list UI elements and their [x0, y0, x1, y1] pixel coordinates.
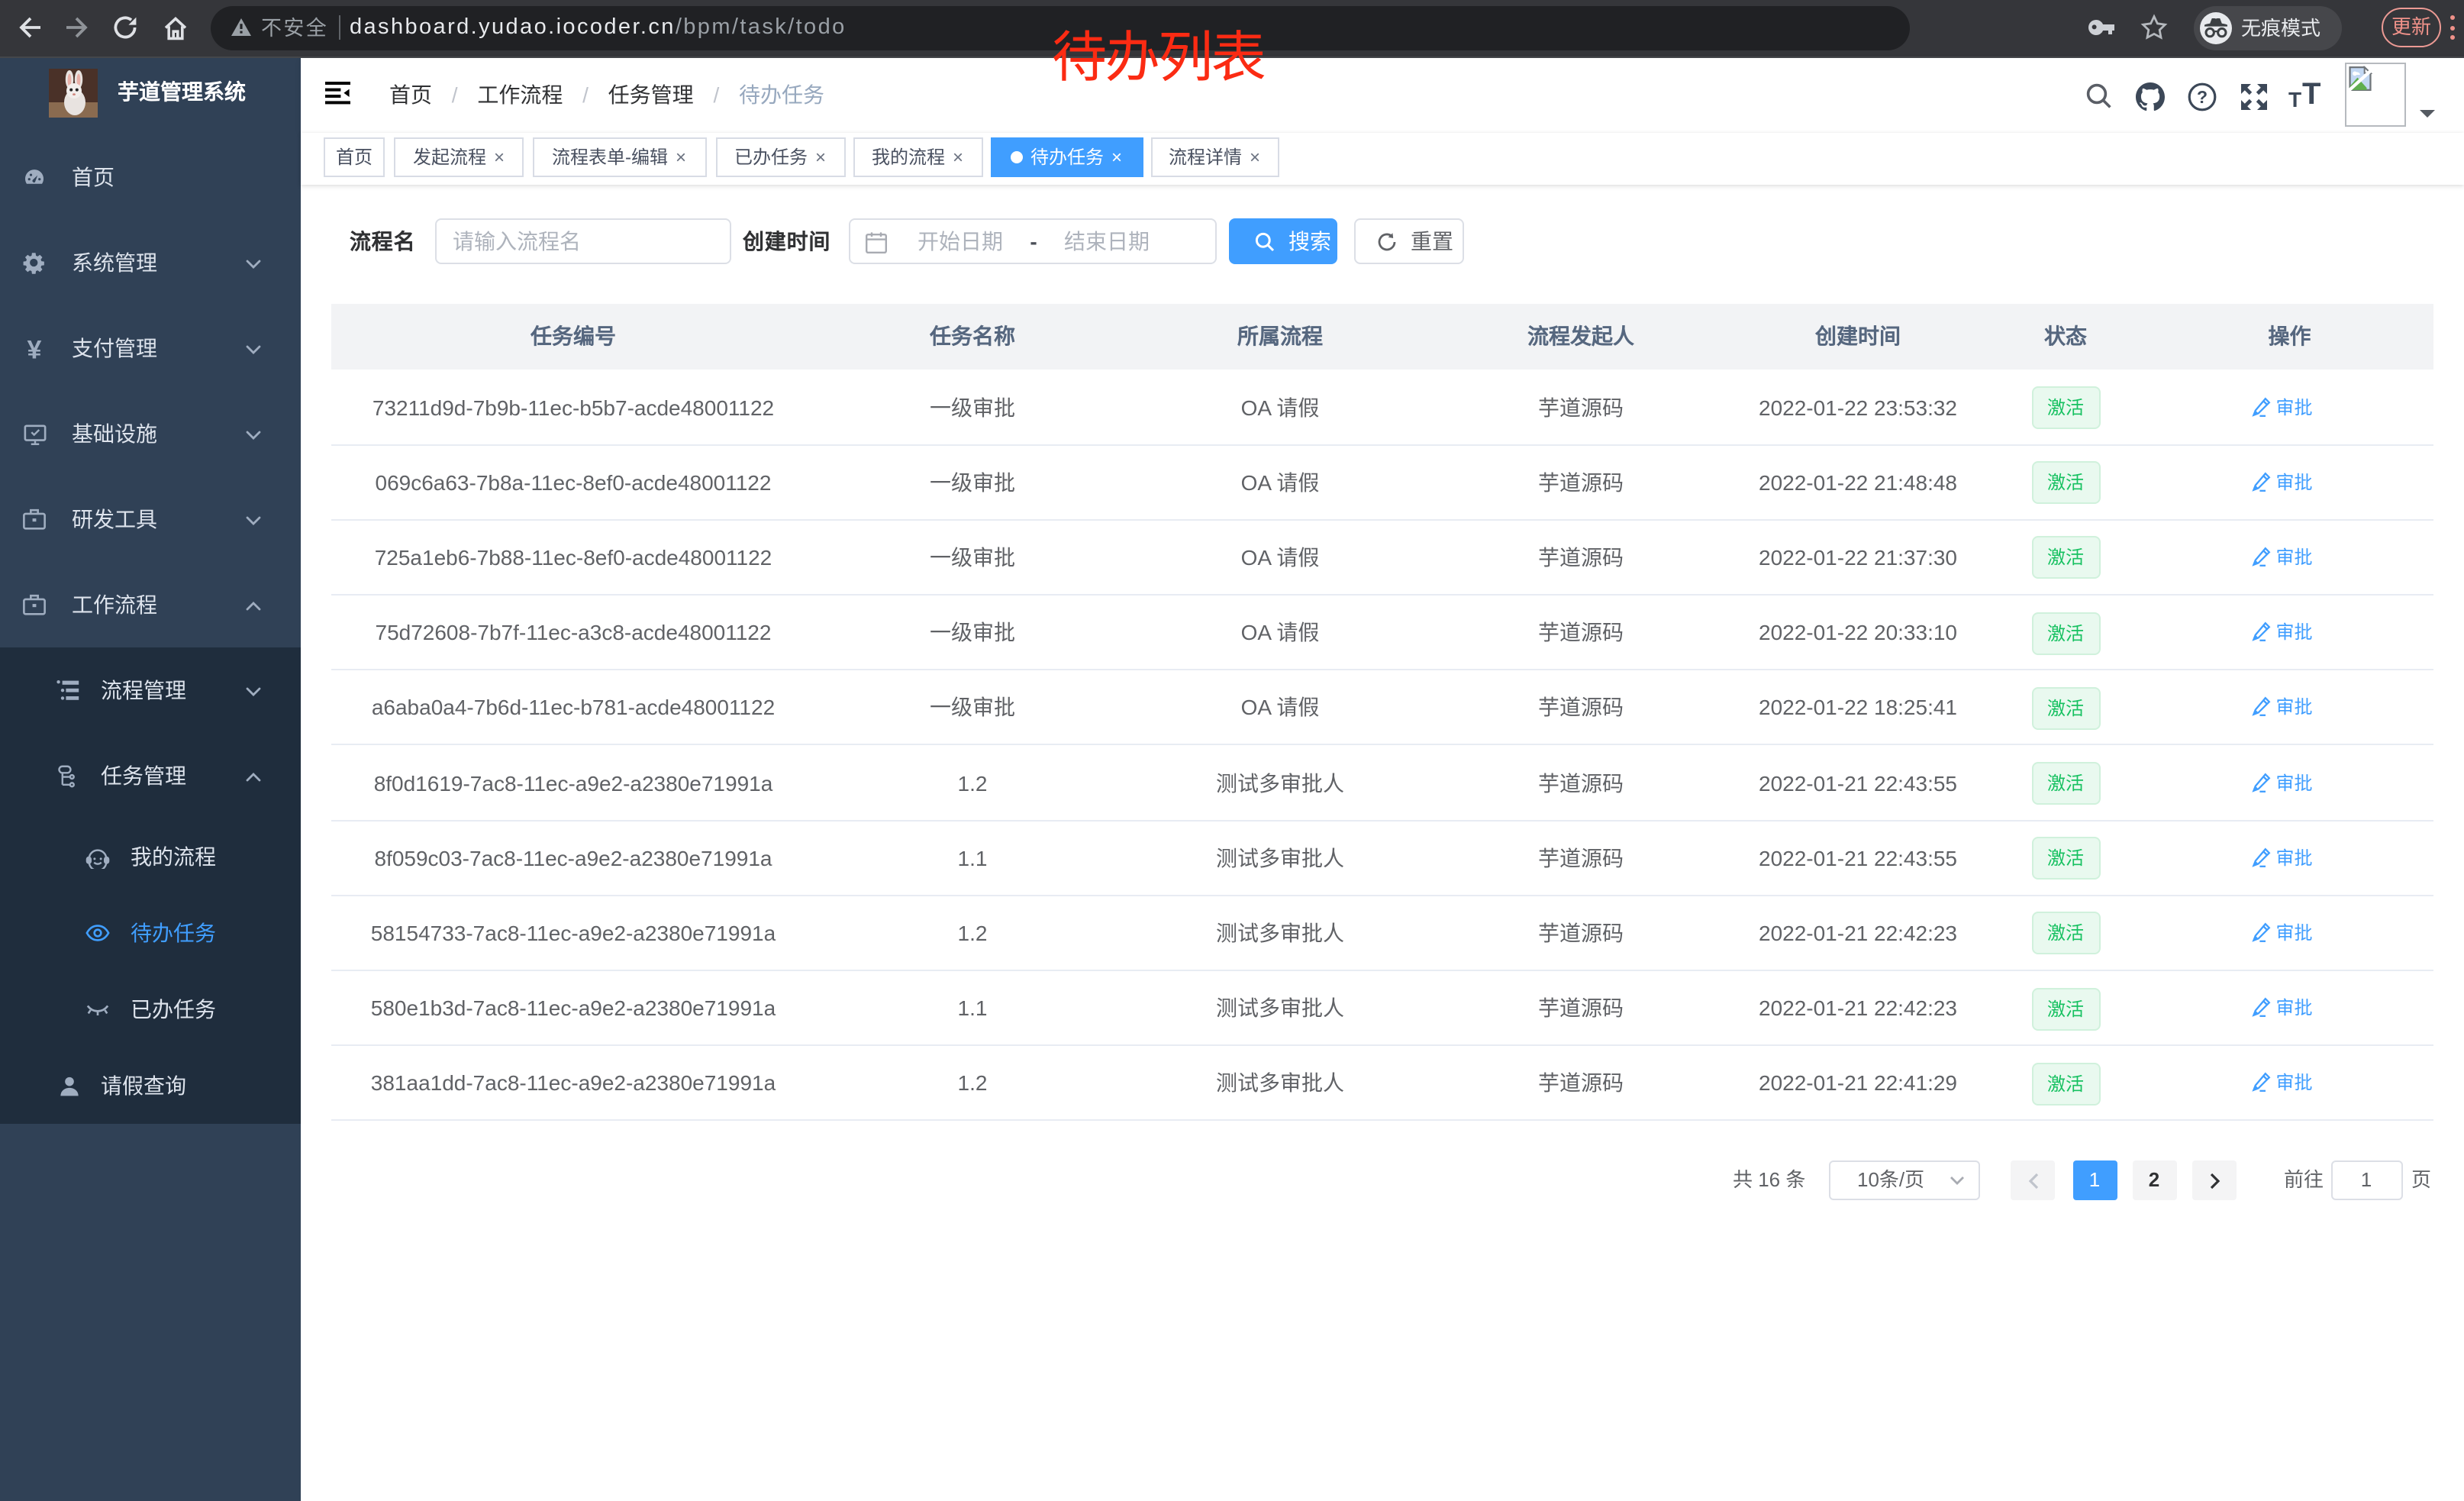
svg-text:¥: ¥ — [27, 337, 42, 361]
svg-text:?: ? — [2197, 87, 2208, 107]
